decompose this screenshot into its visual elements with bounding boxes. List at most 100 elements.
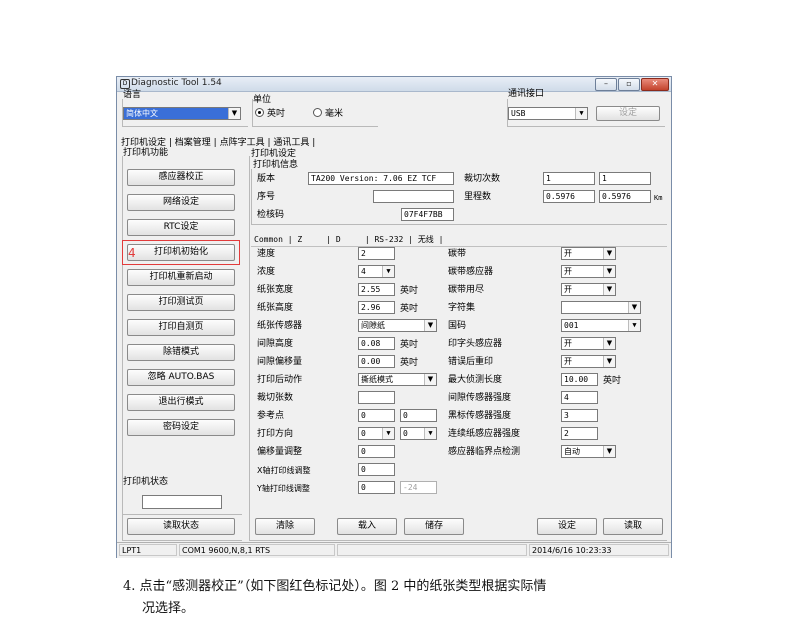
threshold-detect-label: 感应器临界点检测 — [448, 447, 521, 457]
unit-mm-option[interactable]: 毫米 — [313, 108, 343, 120]
head-sensor-select[interactable]: 开 ▼ — [561, 337, 616, 350]
mileage-unit: Km — [654, 194, 663, 202]
debug-mode-button[interactable]: 除错模式 — [127, 344, 235, 361]
paper-sensor-select[interactable]: 间隙纸 ▼ — [358, 319, 437, 332]
paper-width-field[interactable]: 2.55 — [358, 283, 395, 296]
unit-inch-option[interactable]: 英吋 — [255, 108, 285, 120]
ribbon-sensor-select[interactable]: 开 ▼ — [561, 265, 616, 278]
sensor-calibration-button[interactable]: 感应器校正 — [127, 169, 235, 186]
tab-font-tool[interactable]: 点阵字工具 — [220, 138, 265, 148]
density-value: 4 — [361, 267, 366, 276]
printer-status-label: 打印机状态 — [123, 477, 169, 487]
caption-line-2: 况选择。 — [142, 601, 195, 616]
tab-comm-tool[interactable]: 通讯工具 — [273, 138, 309, 148]
speed-field[interactable]: 2 — [358, 247, 395, 260]
chevron-down-icon: ▼ — [603, 248, 615, 259]
threshold-detect-select[interactable]: 自动 ▼ — [561, 445, 616, 458]
chevron-down-icon: ▼ — [603, 356, 615, 367]
reference-x-field[interactable]: 0 — [358, 409, 395, 422]
unit-label: 单位 — [253, 95, 272, 105]
version-field: TA200 Version: 7.06 EZ TCF — [308, 172, 454, 185]
country-code-select[interactable]: 001 ▼ — [561, 319, 641, 332]
print-direction-value-2: 0 — [403, 429, 408, 438]
paper-height-field[interactable]: 2.96 — [358, 301, 395, 314]
save-button[interactable]: 储存 — [404, 518, 464, 535]
country-code-value: 001 — [564, 321, 579, 330]
main-tab-bar: 打印机设定 | 档案管理 | 点阵字工具 | 通讯工具 | — [121, 138, 316, 148]
close-button[interactable]: ✕ — [641, 78, 669, 91]
comm-set-button[interactable]: 设定 — [596, 106, 660, 121]
chevron-down-icon: ▼ — [603, 446, 615, 457]
cut-sheets-label: 裁切张数 — [257, 393, 294, 403]
serial-field[interactable] — [373, 190, 454, 203]
cut-sheets-field[interactable] — [358, 391, 395, 404]
tab-d[interactable]: D — [336, 235, 341, 244]
network-settings-button[interactable]: 网络设定 — [127, 194, 235, 211]
read-button[interactable]: 读取 — [603, 518, 663, 535]
comm-port-value: USB — [511, 109, 526, 118]
read-status-button[interactable]: 读取状态 — [127, 518, 235, 535]
head-sensor-label: 印字头感应器 — [448, 339, 503, 349]
clear-button[interactable]: 清除 — [255, 518, 315, 535]
y-line-adjust-field[interactable]: 0 — [358, 481, 395, 494]
print-direction-value-1: 0 — [361, 429, 366, 438]
set-button[interactable]: 设定 — [537, 518, 597, 535]
y-line-adjust-label: Y轴打印线调整 — [257, 484, 310, 493]
checksum-field: 07F4F7BB — [401, 208, 454, 221]
x-line-adjust-field[interactable]: 0 — [358, 463, 395, 476]
language-select[interactable]: 简体中文 ▼ — [123, 107, 241, 120]
tab-common[interactable]: Common — [254, 235, 283, 244]
radio-unchecked-icon — [313, 108, 322, 117]
reference-y-field[interactable]: 0 — [400, 409, 437, 422]
print-direction-select-2[interactable]: 0 ▼ — [400, 427, 437, 440]
load-button[interactable]: 载入 — [337, 518, 397, 535]
blackmark-strength-label: 黑标传感器强度 — [448, 411, 512, 421]
ignore-autobas-button[interactable]: 忽略 AUTO.BAS — [127, 369, 235, 386]
title-bar: D Diagnostic Tool 1.54 – ▫ ✕ — [117, 77, 671, 92]
cut-count-label: 裁切次数 — [464, 174, 501, 184]
tab-wireless[interactable]: 无线 — [418, 235, 434, 244]
step-marker: 4 — [128, 246, 136, 260]
reprint-value: 开 — [564, 357, 572, 366]
chevron-down-icon: ▼ — [382, 428, 394, 439]
post-print-label: 打印后动作 — [257, 375, 303, 385]
rtc-settings-button[interactable]: RTC设定 — [127, 219, 235, 236]
max-detect-field[interactable]: 10.00 — [561, 373, 598, 386]
tab-printer-settings[interactable]: 打印机设定 — [121, 138, 166, 148]
printer-restart-button[interactable]: 打印机重新启动 — [127, 269, 235, 286]
ribbon-end-label: 碳带用尽 — [448, 285, 485, 295]
post-print-select[interactable]: 撕纸模式 ▼ — [358, 373, 437, 386]
paper-sensor-value: 间隙纸 — [361, 321, 385, 330]
continuous-strength-field[interactable]: 2 — [561, 427, 598, 440]
mileage-field-1: 0.5976 — [543, 190, 595, 203]
maximize-button[interactable]: ▫ — [618, 78, 640, 91]
paper-height-unit: 英吋 — [400, 304, 419, 314]
minimize-button[interactable]: – — [595, 78, 617, 91]
app-icon: D — [120, 79, 130, 89]
density-label: 浓度 — [257, 267, 276, 277]
instruction-caption: 4. 点击“感测器校正”（如下图红色标记处）。图 2 中的纸张类型根据实际情 况… — [123, 576, 683, 620]
y-line-adjust-disabled-field: -24 — [400, 481, 437, 494]
comm-port-select[interactable]: USB ▼ — [508, 107, 588, 120]
ribbon-end-select[interactable]: 开 ▼ — [561, 283, 616, 296]
exit-line-mode-button[interactable]: 退出行模式 — [127, 394, 235, 411]
reprint-select[interactable]: 开 ▼ — [561, 355, 616, 368]
tab-file-manager[interactable]: 档案管理 — [175, 138, 211, 148]
print-direction-select-1[interactable]: 0 ▼ — [358, 427, 395, 440]
print-self-test-button[interactable]: 打印自测页 — [127, 319, 235, 336]
gap-offset-field[interactable]: 0.00 — [358, 355, 395, 368]
tab-rs232[interactable]: RS-232 — [374, 235, 403, 244]
gap-height-label: 间隙高度 — [257, 339, 294, 349]
printer-status-field[interactable] — [142, 495, 222, 509]
offset-adjust-field[interactable]: 0 — [358, 445, 395, 458]
gap-height-field[interactable]: 0.08 — [358, 337, 395, 350]
ribbon-select[interactable]: 开 ▼ — [561, 247, 616, 260]
gap-sensor-strength-field[interactable]: 4 — [561, 391, 598, 404]
charset-select[interactable]: ▼ — [561, 301, 641, 314]
tab-z[interactable]: Z — [297, 235, 302, 244]
print-test-page-button[interactable]: 打印测试页 — [127, 294, 235, 311]
password-settings-button[interactable]: 密码设定 — [127, 419, 235, 436]
density-select[interactable]: 4 ▼ — [358, 265, 395, 278]
serial-label: 序号 — [257, 192, 276, 202]
blackmark-strength-field[interactable]: 3 — [561, 409, 598, 422]
